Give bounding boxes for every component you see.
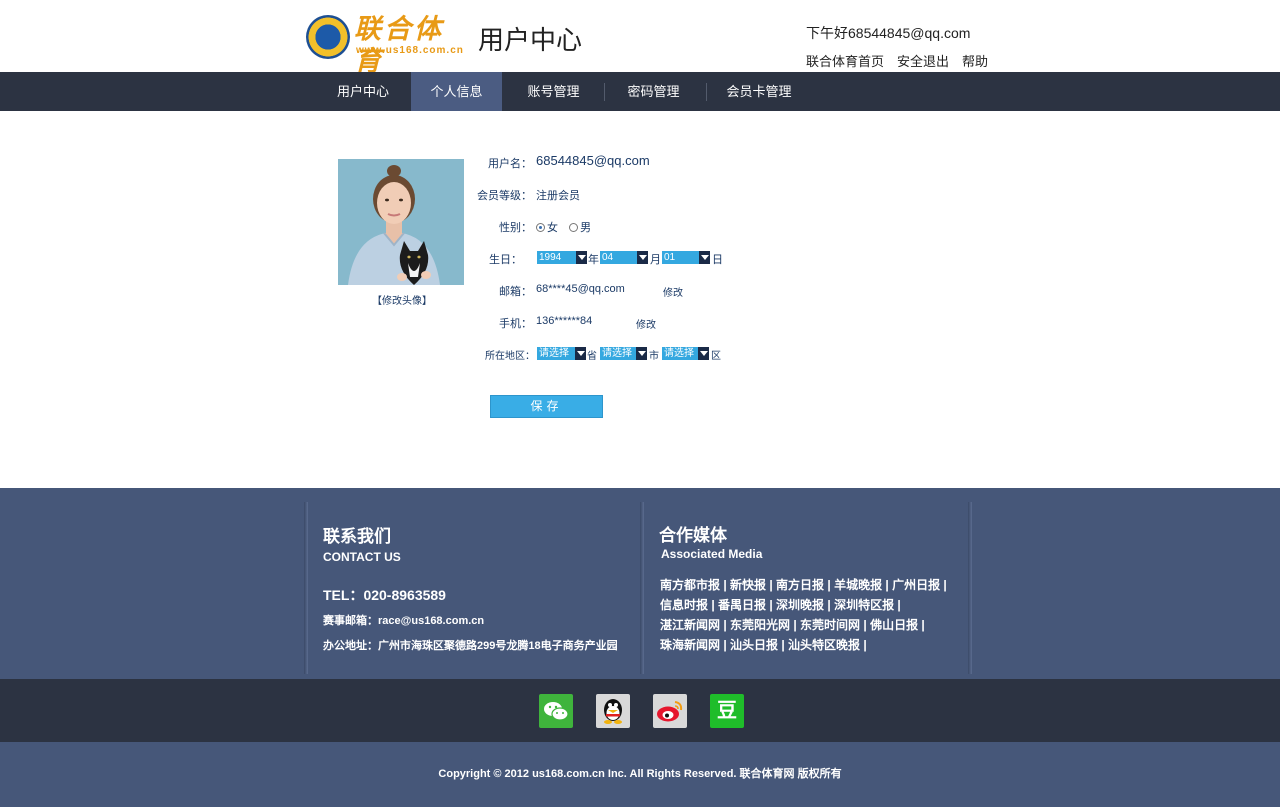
social-bar: 豆 [0,679,1280,742]
username-value: 68544845@qq.com [536,153,650,168]
copyright-bar: Copyright © 2012 us168.com.cn Inc. All R… [0,742,1280,807]
city-placeholder: 请选择 [602,348,632,359]
city-unit: 市 [649,351,659,362]
media-row[interactable]: 湛江新闻网 | 东莞阳光网 | 东莞时间网 | 佛山日报 | [660,616,925,633]
media-subtitle: Associated Media [661,547,763,561]
email-value: 68****45@qq.com [536,283,625,295]
chevron-down-icon [637,251,648,264]
username-label: 用户名： [488,158,532,170]
district-select[interactable]: 请选择 [662,347,709,360]
contact-tel: TEL：020-8963589 [323,587,446,603]
chevron-down-icon [699,251,710,264]
weibo-icon[interactable] [653,694,687,728]
save-button[interactable]: 保存 [490,395,603,418]
gender-male-option[interactable]: 男 [569,222,591,234]
qq-icon[interactable] [596,694,630,728]
district-placeholder: 请选择 [664,348,694,359]
edit-email-link[interactable]: 修改 [663,284,683,299]
douban-glyph: 豆 [717,700,737,722]
phone-label: 手机： [499,318,532,330]
birthday-label: 生日： [489,254,522,266]
footer-divider [304,502,308,674]
radio-unchecked-icon[interactable] [569,223,579,232]
edit-phone-link[interactable]: 修改 [636,316,656,331]
wechat-icon[interactable] [539,694,573,728]
email-label: 邮箱： [499,286,532,298]
logout-link[interactable]: 安全退出 [897,51,949,70]
logo-seal-icon [306,15,350,59]
gender-label: 性别： [499,222,532,234]
chevron-down-icon [636,347,647,360]
contact-subtitle: CONTACT US [323,550,401,564]
change-avatar-link[interactable]: 【修改头像】 [372,292,432,307]
gender-female-label: 女 [547,222,558,234]
footer-divider [640,502,644,674]
douban-icon[interactable]: 豆 [710,694,744,728]
copyright-text: Copyright © 2012 us168.com.cn Inc. All R… [438,768,842,780]
province-unit: 省 [587,351,597,362]
birth-day-value: 01 [664,252,676,263]
logo[interactable]: 联合体育 www.us168.com.cn [306,14,471,77]
birth-month-value: 04 [602,252,614,263]
member-level-value: 注册会员 [536,190,580,202]
media-row[interactable]: 信息时报 | 番禺日报 | 深圳晚报 | 深圳特区报 | [660,596,901,613]
member-level-label: 会员等级： [477,190,532,202]
province-placeholder: 请选择 [539,348,569,359]
nav-personal-info[interactable]: 个人信息 [411,72,502,111]
header: 联合体育 www.us168.com.cn 用户中心 下午好68544845@q… [0,0,1280,77]
help-link[interactable]: 帮助 [962,51,988,70]
city-select[interactable]: 请选择 [600,347,647,360]
gender-radio-group: 女 男 [536,219,591,235]
year-unit: 年 [588,254,599,266]
birth-year-value: 1994 [539,252,562,263]
district-unit: 区 [711,351,721,362]
media-row[interactable]: 南方都市报 | 新快报 | 南方日报 | 羊城晚报 | 广州日报 | [660,576,947,593]
day-unit: 日 [712,254,723,266]
month-unit: 月 [650,254,661,266]
media-title: 合作媒体 [659,526,727,545]
media-row[interactable]: 珠海新闻网 | 汕头日报 | 汕头特区晚报 | [660,636,867,653]
footer: 联系我们 CONTACT US TEL：020-8963589 赛事邮箱：rac… [0,488,1280,679]
page-title: 用户中心 [478,25,583,55]
user-greeting: 下午好68544845@qq.com [806,25,971,41]
logo-url: www.us168.com.cn [356,45,464,56]
footer-divider [968,502,972,674]
contact-address: 办公地址：广州市海珠区聚德路299号龙腾18电子商务产业园 [323,640,618,652]
phone-value: 136******84 [536,315,593,327]
nav-password-manage[interactable]: 密码管理 [605,72,702,111]
chevron-down-icon [698,347,709,360]
nav-account-manage[interactable]: 账号管理 [505,72,602,111]
nav-member-card[interactable]: 会员卡管理 [707,72,811,111]
main-nav: 用户中心 个人信息 账号管理 密码管理 会员卡管理 [0,72,1280,111]
chevron-down-icon [575,347,586,360]
top-links: 联合体育首页 安全退出 帮助 [806,51,988,70]
nav-user-center[interactable]: 用户中心 [318,72,408,111]
birth-day-select[interactable]: 01 [662,251,710,264]
chevron-down-icon [576,251,587,264]
province-select[interactable]: 请选择 [537,347,586,360]
radio-checked-icon[interactable] [536,223,545,232]
contact-email: 赛事邮箱：race@us168.com.cn [323,615,485,627]
gender-female-option[interactable]: 女 [536,222,558,234]
home-link[interactable]: 联合体育首页 [806,51,884,70]
birth-year-select[interactable]: 1994 [537,251,587,264]
contact-title: 联系我们 [323,527,391,546]
gender-male-label: 男 [580,222,592,234]
region-label: 所在地区： [485,351,535,362]
birth-month-select[interactable]: 04 [600,251,648,264]
